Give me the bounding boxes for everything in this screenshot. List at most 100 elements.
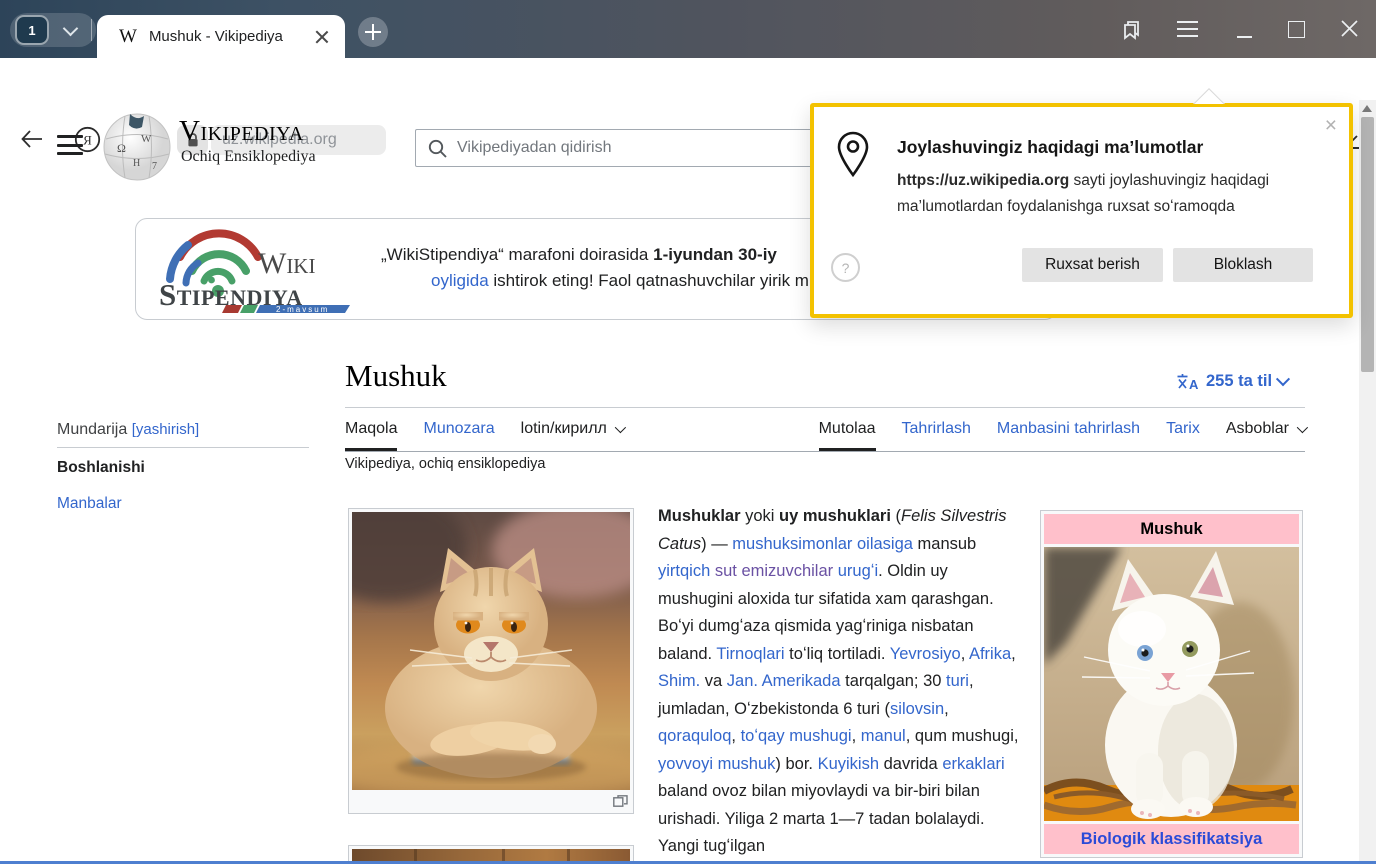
toc-header: Mundarija [yashirish]: [57, 421, 199, 439]
toc-item-boshlanishi[interactable]: Boshlanishi: [57, 459, 145, 477]
maximize-button[interactable]: [1288, 21, 1305, 38]
wikipedia-favicon: W: [119, 26, 137, 48]
wikipedia-globe-logo[interactable]: Ω W H 7: [101, 111, 173, 183]
article-paragraph: Mushuklar yoki uy mushuklari (Felis Silv…: [658, 503, 1026, 861]
text-segment: ) bor.: [775, 755, 817, 773]
link-mushuksimonlar[interactable]: mushuksimonlar oilasiga: [732, 535, 913, 553]
tab-variant-selector[interactable]: lotin/кирилл: [521, 420, 623, 451]
article-thumbnail-cat[interactable]: [348, 508, 634, 814]
svg-text:W: W: [141, 133, 152, 145]
link-toqay-mushugi[interactable]: toʻqay mushugi: [741, 727, 852, 745]
toc-item-manbalar[interactable]: Manbalar: [57, 495, 122, 513]
link-sut-emizuvchilar[interactable]: sut emizuvchilar: [715, 562, 833, 580]
article-tabs-left: Maqola Munozara lotin/кирилл: [345, 420, 623, 451]
link-jan-amerikada[interactable]: Jan. Amerikada: [727, 672, 841, 690]
text-segment: ,: [852, 727, 861, 745]
browser-menu-icon[interactable]: [1177, 21, 1198, 42]
svg-text:7: 7: [152, 161, 157, 172]
text-segment: 1-iyundan 30-iy: [653, 245, 777, 264]
tab-mutolaa[interactable]: Mutolaa: [819, 420, 876, 451]
tab-close-icon[interactable]: [315, 30, 329, 44]
titlebar-divider: [91, 19, 92, 41]
text-segment: uy mushuklari: [779, 507, 891, 525]
infobox: Mushuk: [1040, 510, 1303, 858]
new-tab-button[interactable]: [358, 17, 388, 47]
location-permission-dialog: Joylashuvingiz haqidagi ma’lumotlar http…: [810, 103, 1353, 318]
help-icon[interactable]: ?: [831, 253, 860, 282]
dialog-caret: [1186, 87, 1232, 104]
tab-tarix[interactable]: Tarix: [1166, 420, 1200, 451]
browser-window: 1 W Mushuk - Vikipediya: [0, 0, 1376, 864]
link-tirnoqlari[interactable]: Tirnoqlari: [716, 645, 784, 663]
tab-asboblar[interactable]: Asboblar: [1226, 420, 1305, 451]
translate-icon: A: [1176, 372, 1200, 391]
enlarge-icon[interactable]: [613, 795, 628, 807]
text-segment: toʻliq tortiladi.: [785, 645, 890, 663]
link-shim[interactable]: Shim.: [658, 672, 700, 690]
link-qoraquloq[interactable]: qoraquloq: [658, 727, 731, 745]
link-erkaklari[interactable]: erkaklari: [942, 755, 1004, 773]
language-count-label: 255 ta til: [1206, 372, 1272, 391]
minimize-button[interactable]: [1237, 36, 1252, 38]
tab-count-badge[interactable]: 1: [15, 15, 49, 45]
text-segment: ,: [961, 645, 969, 663]
svg-text:Ω: Ω: [117, 141, 126, 155]
wiki-wordmark-subtitle: Ochiq Ensiklopediya: [181, 148, 316, 166]
permission-dialog-title: Joylashuvingiz haqidagi ma’lumotlar: [897, 137, 1203, 158]
cat-on-book-image[interactable]: [352, 512, 630, 790]
bookmarks-panel-icon[interactable]: [1117, 17, 1143, 43]
text-segment: (: [891, 507, 901, 525]
tab-title: Mushuk - Vikipediya: [149, 28, 283, 45]
link-kuyikish[interactable]: Kuyikish: [818, 755, 879, 773]
block-button[interactable]: Bloklash: [1173, 248, 1313, 282]
svg-text:Wiki: Wiki: [258, 247, 315, 280]
permission-site-url: https://uz.wikipedia.org: [897, 172, 1069, 189]
wiki-main-menu-icon[interactable]: [57, 135, 83, 161]
text-segment: baland ovoz bilan miyovlaydi va bir-biri…: [658, 782, 985, 855]
browser-tab[interactable]: W Mushuk - Vikipediya: [97, 15, 345, 58]
tab-group-selector[interactable]: 1: [10, 13, 96, 47]
svg-text:A: A: [1189, 377, 1199, 391]
text-segment: yoki: [741, 507, 780, 525]
page-title: Mushuk: [345, 358, 447, 394]
text-segment: tarqalgan; 30: [841, 672, 947, 690]
site-tagline: Vikipediya, ochiq ensiklopediya: [345, 456, 545, 472]
toc-divider: [57, 447, 309, 448]
text-segment: ,: [731, 727, 740, 745]
dialog-close-icon[interactable]: ×: [1325, 115, 1337, 136]
scrollbar-up-arrow[interactable]: [1362, 105, 1372, 112]
link-yevrosiyo[interactable]: Yevrosiyo: [890, 645, 961, 663]
text-segment: va: [700, 672, 727, 690]
link-turi[interactable]: turi: [946, 672, 969, 690]
back-button[interactable]: [20, 128, 44, 150]
text-segment: ) —: [701, 535, 732, 553]
text-segment: , qum mushugi,: [906, 727, 1019, 745]
allow-button[interactable]: Ruxsat berish: [1022, 248, 1163, 282]
title-rule: [345, 407, 1305, 408]
scrollbar-thumb[interactable]: [1361, 117, 1374, 372]
link-urugi[interactable]: urugʻi: [838, 562, 878, 580]
tab-munozara[interactable]: Munozara: [423, 420, 494, 451]
wiki-wordmark[interactable]: Vikipediya: [179, 115, 304, 148]
article-tabs-right: Mutolaa Tahrirlash Manbasini tahrirlash Tar…: [819, 420, 1305, 451]
link-silovsin[interactable]: silovsin: [890, 700, 944, 718]
close-window-button[interactable]: [1341, 20, 1358, 37]
tab-maqola[interactable]: Maqola: [345, 420, 397, 451]
toc-hide-link[interactable]: [yashirish]: [132, 421, 200, 438]
infobox-classification-link[interactable]: Biologik klassifikatsiya: [1044, 824, 1299, 854]
text-segment: ,: [944, 700, 949, 718]
link-afrika[interactable]: Afrika: [969, 645, 1011, 663]
banner-link-oyligida[interactable]: oyligida: [431, 271, 489, 290]
link-manul[interactable]: manul: [861, 727, 906, 745]
language-selector-button[interactable]: A 255 ta til: [1176, 372, 1288, 391]
tab-manbasini-tahrirlash[interactable]: Manbasini tahrirlash: [997, 420, 1140, 451]
location-pin-icon: [836, 131, 870, 179]
link-yirtqich[interactable]: yirtqich: [658, 562, 710, 580]
svg-text:2-mavsum: 2-mavsum: [276, 305, 329, 314]
tab-tahrirlash[interactable]: Tahrirlash: [902, 420, 971, 451]
text-segment: „WikiStipendiya“ marafoni doirasida: [381, 245, 653, 264]
link-yovvoyi-mushuk[interactable]: yovvoyi mushuk: [658, 755, 775, 773]
text-segment: mansub: [913, 535, 976, 553]
kitten-image[interactable]: [1044, 547, 1299, 821]
permission-dialog-body: https://uz.wikipedia.org sayti joylashuv…: [897, 168, 1325, 220]
